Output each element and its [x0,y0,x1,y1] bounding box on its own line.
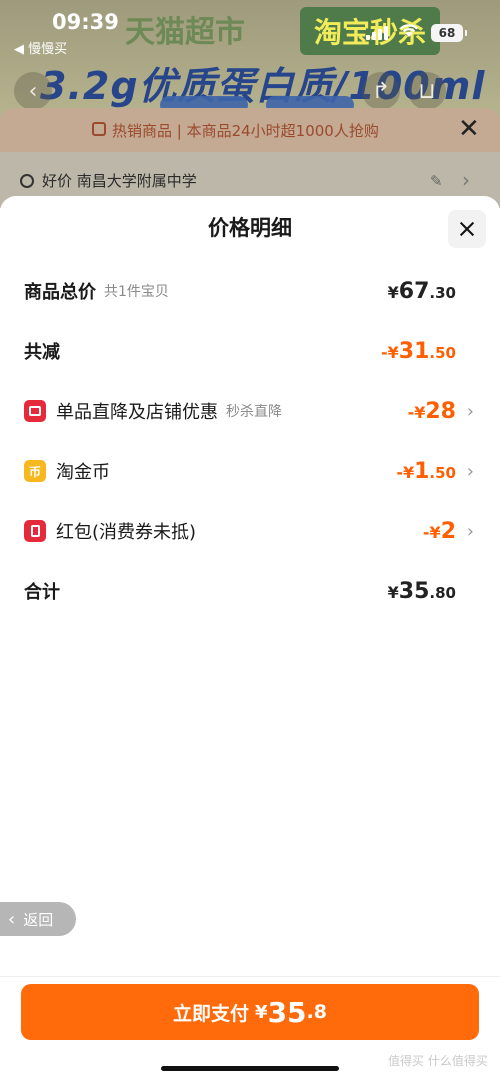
price-row-subtotal: 商品总价 共1件宝贝 ¥67.30 [24,274,476,308]
pay-currency: ¥ [255,1001,268,1023]
row-label: 合计 [24,582,60,603]
status-bar: 09:39 ◀ 慢慢买 68 [0,0,500,60]
row-sub: 秒杀直降 [226,404,282,420]
row-value: ¥67.30 [387,278,456,304]
price-row-shop-discount[interactable]: 单品直降及店铺优惠 秒杀直降 -¥28 › [24,394,476,428]
hot-banner-text: 热销商品 | 本商品24小时超1000人抢购 [112,122,379,140]
chevron-right-icon: › [466,520,474,542]
red-packet-icon [24,520,46,542]
watermark: 值得买 什么值得买 [388,1054,488,1068]
edit-icon: ✎ [430,172,443,190]
row-value: -¥31.50 [381,338,456,364]
back-to-app-link[interactable]: ◀ 慢慢买 [14,38,67,57]
shopping-bag-icon [92,122,106,136]
pay-label: 立即支付 [173,1002,250,1025]
price-row-grand-total: 合计 ¥35.80 [24,574,476,608]
chevron-right-icon: › [466,400,474,422]
sheet-close-button[interactable] [448,210,486,248]
cellular-signal-icon [366,26,388,40]
back-label: 返回 [23,910,54,929]
row-label: 单品直降及店铺优惠 [56,402,218,423]
row-sub: 共1件宝贝 [104,284,169,300]
row-value: -¥2 [422,518,456,544]
address-row: 好价 南昌大学附属中学 [20,170,197,191]
battery-indicator: 68 [431,24,467,42]
price-row-red-packet[interactable]: 红包(消费券未抵) -¥2 › [24,514,476,548]
pay-amount-dec: .8 [306,1001,327,1023]
status-time: 09:39 [52,10,119,34]
sheet-title: 价格明细 [208,216,292,240]
row-label: 共减 [24,342,60,363]
chevron-right-icon: › [466,460,474,482]
price-row-total-discount: 共减 -¥31.50 [24,334,476,368]
row-value: ¥35.80 [387,578,456,604]
home-indicator[interactable] [161,1066,339,1071]
coupon-icon [24,400,46,422]
pay-now-button[interactable]: 立即支付 ¥ 35 .8 [21,984,479,1040]
back-button[interactable]: ‹ 返回 [0,902,76,936]
address-text: 好价 南昌大学附属中学 [42,172,197,190]
wifi-icon [400,24,418,37]
row-label: 红包(消费券未抵) [56,522,197,543]
cart-icon: ⊔ [408,72,446,110]
row-value: -¥1.50 [396,458,456,484]
pay-amount-int: 35 [267,995,307,1029]
row-value: -¥28 [407,398,456,424]
price-detail-sheet: 价格明细 商品总价 共1件宝贝 ¥67.30 共减 -¥31.50 单品直降及店… [0,196,500,1082]
chevron-left-icon: ‹ [8,908,16,930]
hot-banner: 热销商品 | 本商品24小时超1000人抢购 [0,108,500,152]
back-arrow-icon: ‹ [14,72,52,110]
location-pin-icon [20,174,34,188]
row-label: 商品总价 [24,282,96,303]
price-row-taobao-coins[interactable]: 币 淘金币 -¥1.50 › [24,454,476,488]
row-label: 淘金币 [56,462,110,483]
divider [0,976,500,977]
share-icon: ↱ [362,72,400,110]
close-icon: ✕ [458,114,480,144]
chevron-right-icon: › [462,168,470,192]
coin-icon: 币 [24,460,46,482]
